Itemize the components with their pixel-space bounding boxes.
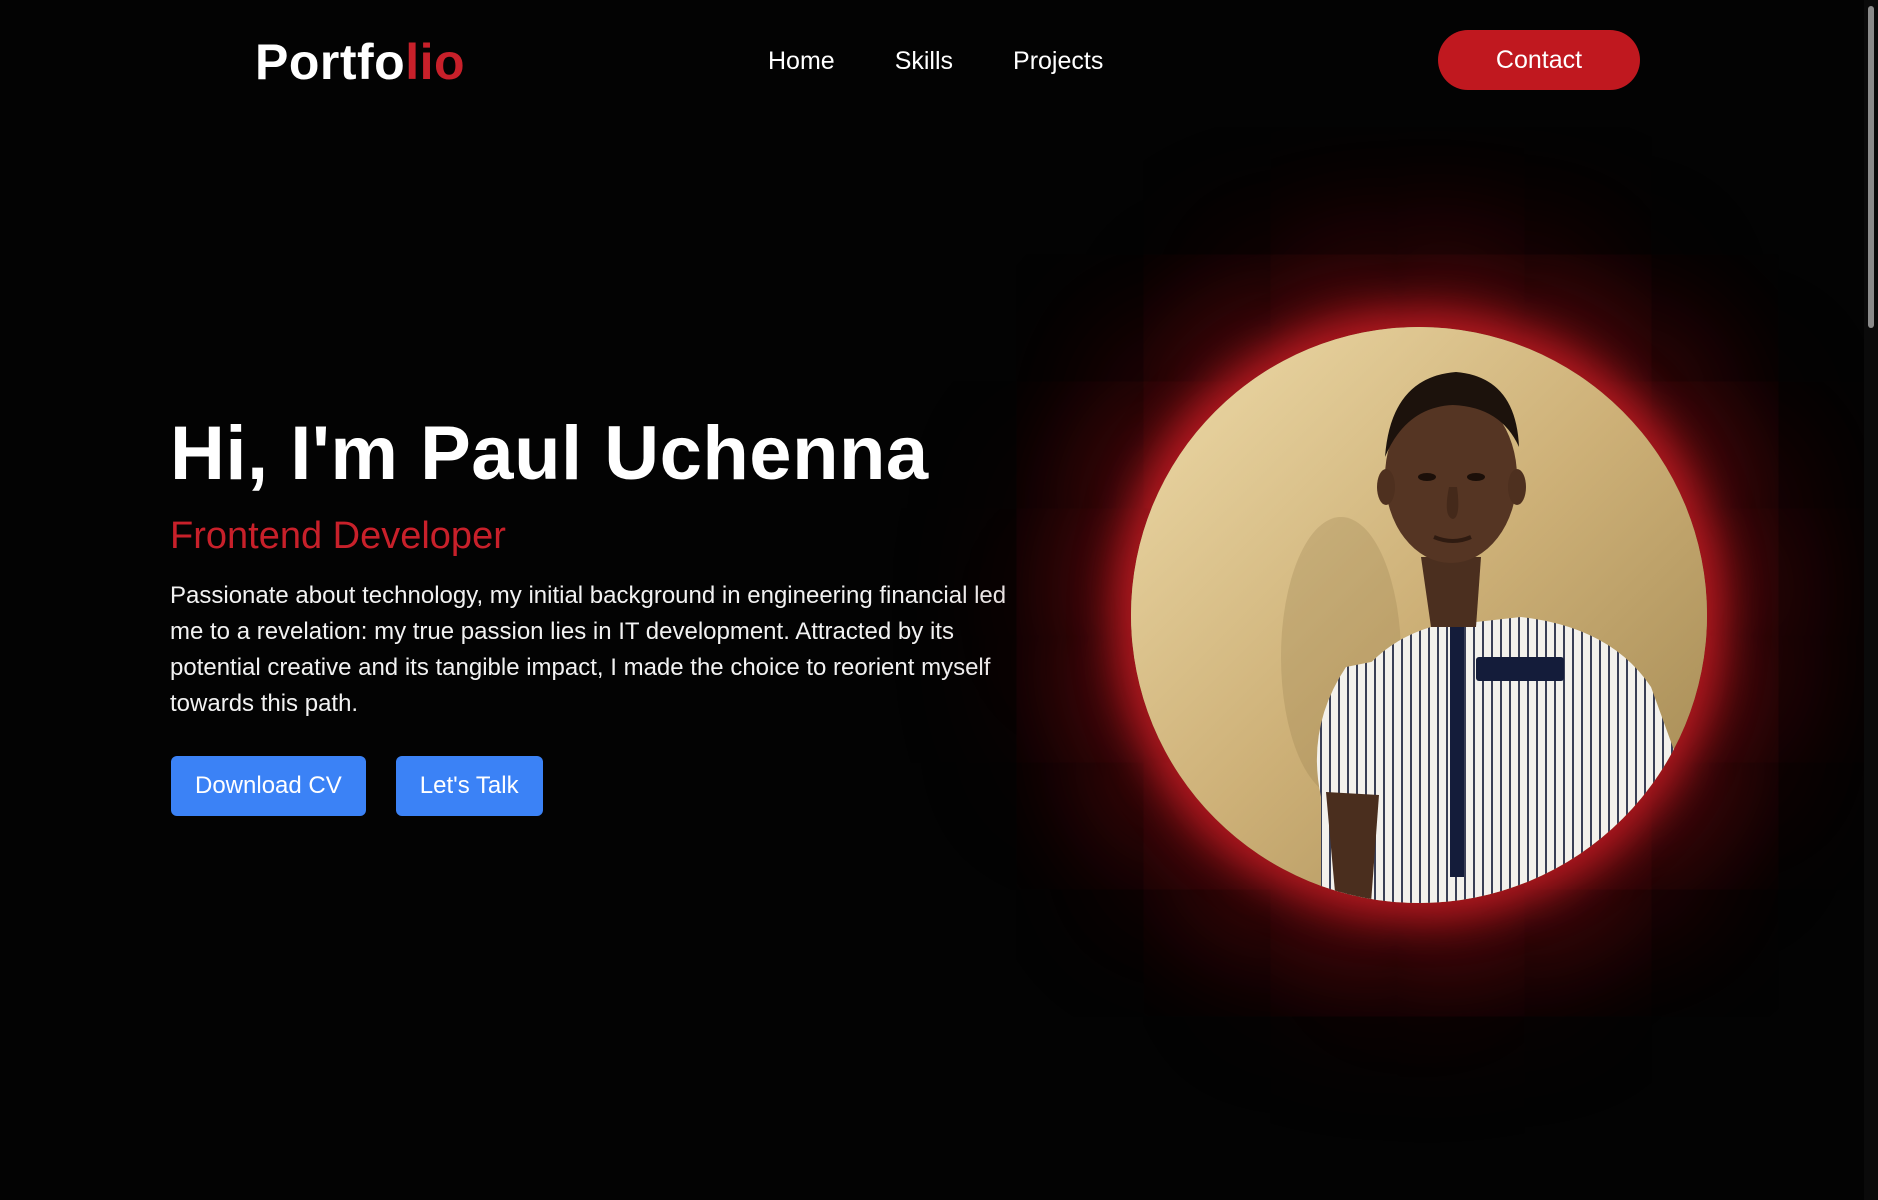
download-cv-button[interactable]: Download CV bbox=[171, 756, 366, 816]
contact-button[interactable]: Contact bbox=[1438, 30, 1640, 90]
profile-photo bbox=[1131, 327, 1707, 903]
logo-main: Portfo bbox=[255, 34, 406, 90]
hero-actions: Download CV Let's Talk bbox=[171, 756, 543, 816]
hero-title: Hi, I'm Paul Uchenna bbox=[170, 411, 929, 496]
scrollbar-thumb[interactable] bbox=[1868, 6, 1874, 328]
logo[interactable]: Portfolio bbox=[255, 32, 465, 92]
lets-talk-button[interactable]: Let's Talk bbox=[395, 756, 543, 816]
hero-description: Passionate about technology, my initial … bbox=[170, 582, 1007, 717]
logo-accent: lio bbox=[405, 34, 466, 90]
scrollbar[interactable] bbox=[1864, 0, 1878, 1200]
nav-home-link[interactable]: Home bbox=[768, 44, 835, 78]
main-nav: Home Skills Projects bbox=[768, 44, 1103, 78]
nav-projects-link[interactable]: Projects bbox=[1013, 44, 1103, 78]
page: Portfolio Home Skills Projects Contact H… bbox=[0, 0, 1878, 1200]
hero-role: Frontend Developer bbox=[170, 515, 506, 557]
person-portrait-icon bbox=[1131, 327, 1707, 903]
nav-skills-link[interactable]: Skills bbox=[895, 44, 953, 78]
